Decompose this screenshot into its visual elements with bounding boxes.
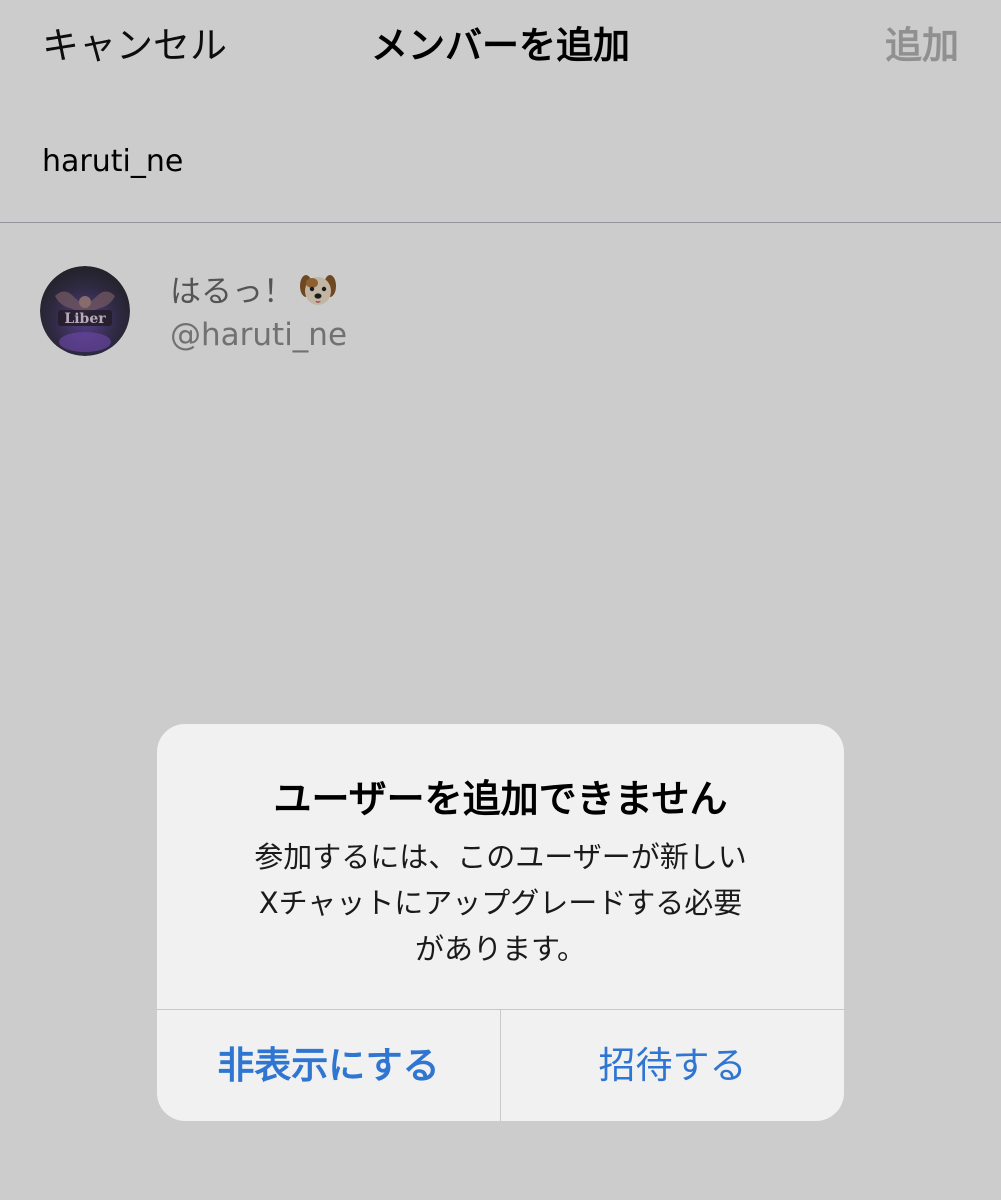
hide-button[interactable]: 非表示にする <box>157 1010 500 1121</box>
invite-button[interactable]: 招待する <box>501 1010 844 1121</box>
alert-message: 参加するには、このユーザーが新しい Xチャットにアップグレードする必要 がありま… <box>217 834 784 972</box>
alert-dialog: ユーザーを追加できません 参加するには、このユーザーが新しい Xチャットにアップ… <box>157 724 844 1121</box>
alert-message-line: 参加するには、このユーザーが新しい <box>254 840 747 874</box>
alert-button-row: 非表示にする 招待する <box>157 1009 844 1121</box>
alert-message-line: があります。 <box>414 932 587 966</box>
alert-message-line: Xチャットにアップグレードする必要 <box>258 886 743 920</box>
alert-title: ユーザーを追加できません <box>273 777 728 821</box>
screen: キャンセル メンバーを追加 追加 haruti_ne Liber はるっ！ @h… <box>0 0 1001 1200</box>
